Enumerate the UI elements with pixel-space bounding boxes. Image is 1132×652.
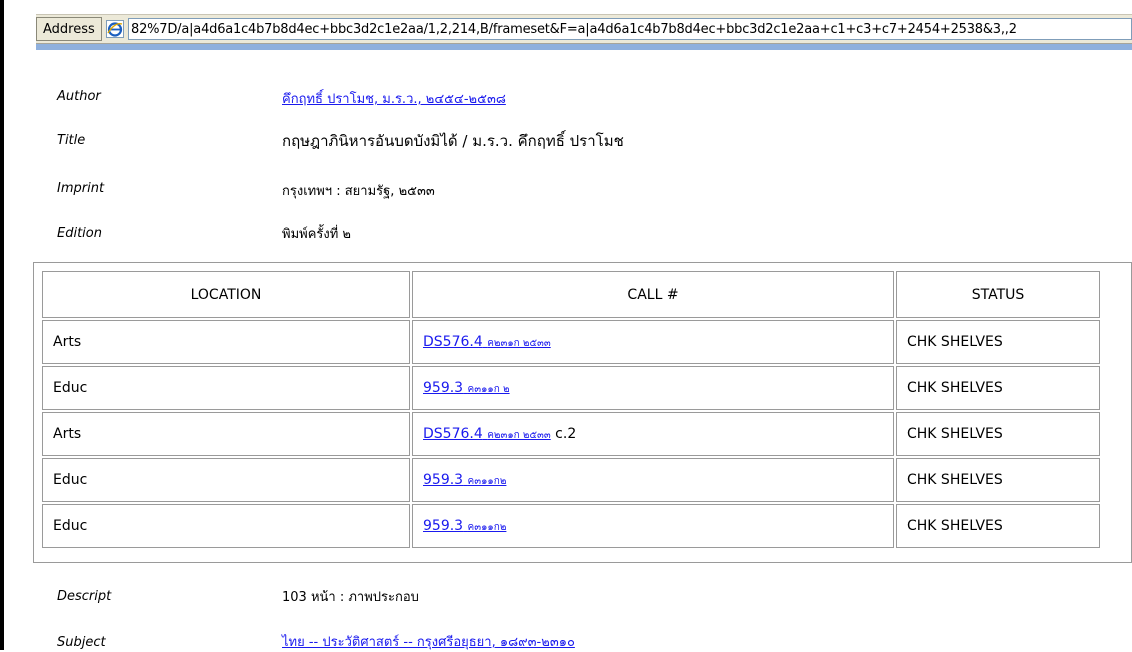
title-value: กฤษฎาภินิหารอันบดบังมิได้ / ม.ร.ว. คึกฤท… xyxy=(282,132,624,150)
table-row: Educ 959.3 ค๓๑๑ก๒ CHK SHELVES xyxy=(42,504,1100,548)
location-cell: Educ xyxy=(42,504,410,548)
edition-label: Edition xyxy=(57,226,102,241)
call-number-link[interactable]: DS576.4 ค๒๓๑ก ๒๕๓๓ xyxy=(423,426,551,442)
descript-value: 103 หน้า : ภาพประกอบ xyxy=(282,590,419,605)
location-cell: Arts xyxy=(42,412,410,456)
call-number-link[interactable]: 959.3 ค๓๑๑ก ๒ xyxy=(423,380,510,396)
call-number-cell: 959.3 ค๓๑๑ก๒ xyxy=(412,504,894,548)
address-label: Address xyxy=(36,17,102,41)
call-number-link[interactable]: DS576.4 ค๒๓๑ก ๒๕๓๓ xyxy=(423,334,551,350)
subject-label: Subject xyxy=(57,635,106,650)
window-left-edge xyxy=(0,0,4,650)
toolbar-divider xyxy=(36,44,1132,50)
call-number-link[interactable]: 959.3 ค๓๑๑ก๒ xyxy=(423,472,506,488)
call-number-cell: 959.3 ค๓๑๑ก๒ xyxy=(412,458,894,502)
author-link[interactable]: คึกฤทธิ์ ปราโมช, ม.ร.ว., ๒๔๕๔-๒๕๓๘ xyxy=(282,88,506,109)
table-row: Arts DS576.4 ค๒๓๑ก ๒๕๓๓ CHK SHELVES xyxy=(42,320,1100,364)
window-top-edge xyxy=(0,0,1132,6)
table-row: Educ 959.3 ค๓๑๑ก๒ CHK SHELVES xyxy=(42,458,1100,502)
table-row: Educ 959.3 ค๓๑๑ก ๒ CHK SHELVES xyxy=(42,366,1100,410)
holdings-panel: LOCATION CALL # STATUS Arts DS576.4 ค๒๓๑… xyxy=(33,262,1132,563)
status-cell: CHK SHELVES xyxy=(896,366,1100,410)
address-bar: Address 82%7D/a|a4d6a1c4b7b8d4ec+bbc3d2c… xyxy=(36,14,1132,44)
imprint-label: Imprint xyxy=(57,181,105,196)
subject-link[interactable]: ไทย -- ประวัติศาสตร์ -- กรุงศรีอยุธยา, ๑… xyxy=(282,631,575,652)
title-label: Title xyxy=(57,133,86,148)
status-header: STATUS xyxy=(896,271,1100,318)
call-number-header: CALL # xyxy=(412,271,894,318)
table-header-row: LOCATION CALL # STATUS xyxy=(42,271,1100,318)
descript-label: Descript xyxy=(57,589,112,604)
call-number-link[interactable]: 959.3 ค๓๑๑ก๒ xyxy=(423,518,506,534)
edition-value: พิมพ์ครั้งที่ ๒ xyxy=(282,227,352,242)
status-cell: CHK SHELVES xyxy=(896,504,1100,548)
browser-window: Address 82%7D/a|a4d6a1c4b7b8d4ec+bbc3d2c… xyxy=(0,0,1132,650)
call-number-cell: 959.3 ค๓๑๑ก ๒ xyxy=(412,366,894,410)
holdings-table: LOCATION CALL # STATUS Arts DS576.4 ค๒๓๑… xyxy=(40,269,1102,550)
imprint-value: กรุงเทพฯ : สยามรัฐ, ๒๕๓๓ xyxy=(282,184,435,199)
status-cell: CHK SHELVES xyxy=(896,320,1100,364)
status-cell: CHK SHELVES xyxy=(896,412,1100,456)
location-cell: Educ xyxy=(42,458,410,502)
call-number-cell: DS576.4 ค๒๓๑ก ๒๕๓๓ xyxy=(412,320,894,364)
status-cell: CHK SHELVES xyxy=(896,458,1100,502)
location-cell: Educ xyxy=(42,366,410,410)
table-row: Arts DS576.4 ค๒๓๑ก ๒๕๓๓ c.2 CHK SHELVES xyxy=(42,412,1100,456)
location-cell: Arts xyxy=(42,320,410,364)
author-label: Author xyxy=(57,89,101,104)
call-number-cell: DS576.4 ค๒๓๑ก ๒๕๓๓ c.2 xyxy=(412,412,894,456)
internet-explorer-icon xyxy=(106,20,124,38)
address-input[interactable]: 82%7D/a|a4d6a1c4b7b8d4ec+bbc3d2c1e2aa/1,… xyxy=(128,18,1132,40)
location-header: LOCATION xyxy=(42,271,410,318)
